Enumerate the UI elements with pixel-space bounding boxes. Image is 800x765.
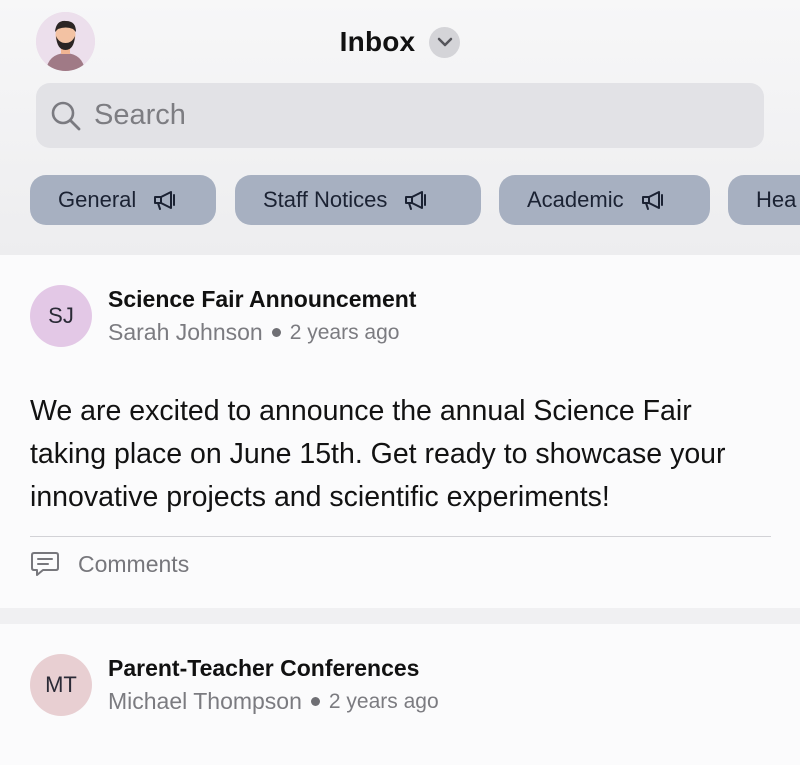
- chip-label: Staff Notices: [263, 187, 388, 212]
- search-input[interactable]: [94, 99, 714, 132]
- post-card[interactable]: MT Parent-Teacher Conferences Michael Th…: [0, 624, 800, 765]
- channel-chip-health[interactable]: Hea: [728, 175, 800, 225]
- post-body: We are excited to announce the annual Sc…: [30, 395, 726, 513]
- post-card[interactable]: SJ Science Fair Announcement Sarah Johns…: [0, 255, 800, 608]
- chip-label: General: [58, 187, 137, 212]
- post-title: Parent-Teacher Conferences: [108, 655, 420, 681]
- post-title: Science Fair Announcement: [108, 286, 417, 312]
- channel-chip-general[interactable]: General: [30, 175, 216, 225]
- page-title: Inbox: [339, 26, 416, 57]
- post-author: Michael Thompson: [108, 688, 302, 714]
- chevron-down-icon[interactable]: [429, 26, 461, 58]
- separator-dot: [271, 328, 281, 337]
- post-author: Sarah Johnson: [108, 319, 263, 345]
- post-time: 2 years ago: [289, 320, 400, 344]
- chip-label: Academic: [527, 187, 624, 212]
- sender-avatar: SJ: [30, 285, 92, 347]
- megaphone-icon: [641, 191, 663, 210]
- channel-chip-academic[interactable]: Academic: [499, 175, 710, 225]
- search-bar[interactable]: [36, 83, 764, 148]
- megaphone-icon: [154, 191, 176, 210]
- channel-filter-bar: General Staff Notices Academic Hea: [30, 175, 800, 225]
- avatar-initials: SJ: [48, 303, 74, 328]
- avatar-initials: MT: [45, 672, 77, 697]
- sender-avatar: MT: [30, 654, 92, 716]
- post-meta: Michael Thompson 2 years ago: [108, 688, 439, 715]
- title-bar: Inbox: [0, 22, 800, 62]
- post-time: 2 years ago: [328, 689, 439, 713]
- post-meta: Sarah Johnson 2 years ago: [108, 319, 399, 346]
- separator-dot: [310, 697, 320, 706]
- search-icon: [51, 101, 81, 130]
- comment-icon: [31, 552, 59, 576]
- divider: [30, 536, 771, 537]
- comments-button[interactable]: Comments: [30, 548, 189, 580]
- megaphone-icon: [405, 191, 427, 210]
- chip-label: Hea: [756, 187, 797, 212]
- comments-label: Comments: [78, 550, 190, 577]
- header: Inbox General Staff Notices: [0, 0, 800, 255]
- channel-chip-staff-notices[interactable]: Staff Notices: [235, 175, 481, 225]
